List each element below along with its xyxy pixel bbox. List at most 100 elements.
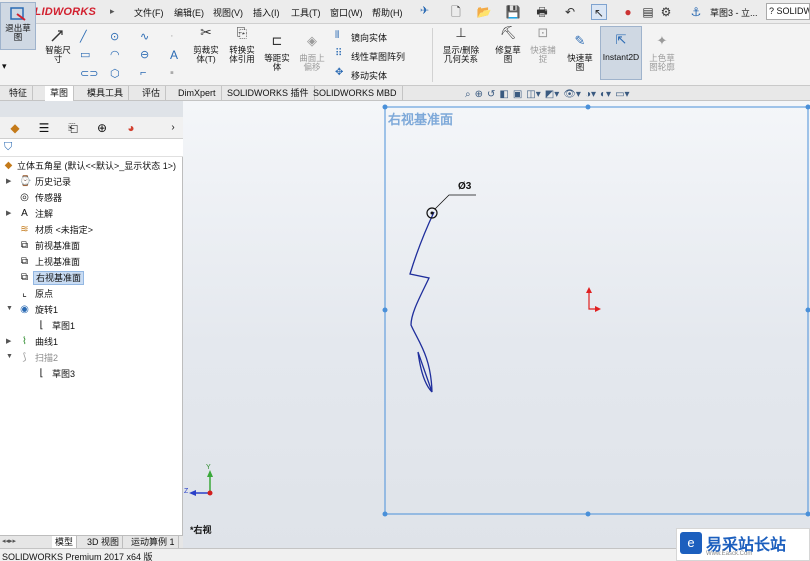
expand-history-icon[interactable]: ▶ (6, 177, 11, 185)
polygon-icon[interactable]: ⬡ (110, 67, 120, 80)
move-entities-button[interactable]: 移动实体 (351, 69, 387, 82)
document-title: 草图3 - 立... (710, 8, 758, 18)
material-icon: ≋ (20, 224, 29, 235)
shaded-sketch-contours-button[interactable]: ✦ 上色草 图轮廓 (645, 34, 679, 72)
rectangle-icon[interactable]: ▭ (80, 48, 90, 61)
diameter-dimension[interactable]: Ø3 (458, 181, 471, 192)
property-manager-tab-icon[interactable]: ☰ (33, 120, 55, 136)
instant2d-label: Instant2D (602, 52, 640, 62)
feature-manager-tab-icon[interactable]: ◆ (4, 120, 26, 136)
collapse-sweep-icon[interactable]: ▼ (6, 353, 13, 360)
convert-entities-button[interactable]: ⎘ 转换实 体引用 (225, 26, 259, 64)
panel-expand-icon[interactable]: › (162, 120, 184, 136)
help-search-box[interactable]: ? SOLIDWO (766, 3, 810, 20)
offset-entities-button[interactable]: ⊏ 等距实 体 (260, 34, 294, 72)
menu-arrow-icon[interactable]: ▸ (110, 6, 115, 17)
sketch-anchor-icon[interactable]: ⚓ (688, 4, 704, 20)
offset-on-surface-button[interactable]: ◈ 曲面上 偏移 (295, 34, 329, 72)
text-icon[interactable]: A (170, 48, 178, 62)
select-icon[interactable]: ↖ (591, 4, 607, 20)
tree-root-part[interactable]: 立体五角星 (默认<<默认>_显示状态 1>) (17, 160, 176, 172)
menu-insert[interactable]: 插入(I) (253, 6, 280, 19)
expand-curve-icon[interactable]: ▶ (6, 337, 11, 345)
tab-solidworks-mbd[interactable]: SOLIDWORKS MBD (308, 86, 403, 101)
display-manager-tab-icon[interactable]: ◕ (120, 120, 142, 136)
undo-icon[interactable]: ↶ (562, 4, 578, 20)
tab-sketch[interactable]: 草图 (45, 86, 75, 101)
point-icon[interactable]: · (170, 30, 174, 42)
menu-edit[interactable]: 编辑(E) (174, 6, 204, 19)
tree-filter-row: ⛉ (0, 139, 183, 157)
ellipse-icon[interactable]: ⊖ (140, 48, 149, 61)
shaded-contours-label: 上色草 图轮廓 (649, 53, 675, 72)
options-gear-icon[interactable]: ⚙ (658, 4, 674, 20)
dimension-leader (434, 194, 476, 210)
rapid-sketch-icon: ✎ (574, 33, 586, 48)
tab-features[interactable]: 特征 (4, 86, 34, 101)
menu-view[interactable]: 视图(V) (213, 6, 243, 19)
filter-icon[interactable]: ⛉ (4, 141, 12, 154)
configuration-manager-tab-icon[interactable]: ⎗ (62, 120, 84, 136)
tree-item-top-plane[interactable]: 上视基准面 (35, 256, 80, 268)
right-plane-icon: ⧉ (20, 272, 29, 283)
print-icon[interactable]: 🖶 (534, 4, 550, 20)
plane-sketch-icon[interactable]: ▪ (170, 67, 174, 79)
tab-scroll-arrows-icon[interactable]: ◂◂▸▸ (2, 537, 16, 545)
menu-window[interactable]: 窗口(W) (330, 6, 363, 19)
tree-item-annotations[interactable]: 注解 (35, 208, 53, 220)
save-icon[interactable]: 💾 (505, 4, 521, 20)
tab-dimxpert[interactable]: DimXpert (173, 86, 222, 101)
menu-tools[interactable]: 工具(T) (291, 6, 321, 19)
collapse-revolve-icon[interactable]: ▼ (6, 305, 13, 312)
tree-item-material[interactable]: 材质 <未指定> (35, 224, 93, 236)
tab-evaluate[interactable]: 评估 (137, 86, 167, 101)
display-delete-relations-button[interactable]: ⊥ 显示/删除 几何关系 (438, 26, 484, 64)
spline-icon[interactable]: ∿ (140, 30, 149, 43)
tab-solidworks-addins[interactable]: SOLIDWORKS 插件 (222, 86, 315, 101)
menu-help[interactable]: 帮助(H) (372, 6, 403, 19)
tree-item-sketch3[interactable]: 草图3 (52, 368, 75, 380)
tree-item-front-plane[interactable]: 前视基准面 (35, 240, 80, 252)
repair-sketch-button[interactable]: ⛏ 修复草 图 (490, 26, 526, 64)
tree-item-sweep2[interactable]: 扫描2 (35, 352, 58, 364)
tab-mold-tools[interactable]: 模具工具 (82, 86, 130, 101)
linear-pattern-button[interactable]: 线性草图阵列 (351, 50, 405, 63)
smart-dimension-icon (51, 30, 63, 42)
tree-item-sketch1[interactable]: 草图1 (52, 320, 75, 332)
file-properties-icon[interactable]: ▤ (640, 4, 656, 20)
linear-pattern-icon[interactable]: ⠿ (335, 48, 342, 59)
expand-annotations-icon[interactable]: ▶ (6, 209, 11, 217)
rebuild-icon[interactable]: ● (620, 4, 636, 20)
dimxpert-manager-tab-icon[interactable]: ⊕ (91, 120, 113, 136)
tree-item-revolve1[interactable]: 旋转1 (35, 304, 58, 316)
rapid-sketch-button[interactable]: ✎ 快速草 图 (563, 33, 597, 72)
slot-icon[interactable]: ⊂⊃ (80, 67, 98, 80)
mirror-entities-button[interactable]: 镜向实体 (351, 31, 387, 44)
tree-item-origin[interactable]: 原点 (35, 288, 53, 300)
smart-dimension-button[interactable]: 智能尺 寸 (40, 28, 76, 64)
sketch-profile-curve[interactable] (409, 211, 435, 393)
trim-label: 剪裁实 体(T) (193, 45, 219, 64)
open-icon[interactable]: 📂 (476, 4, 492, 20)
pin-icon[interactable]: ✈ (420, 4, 429, 17)
new-document-icon[interactable]: 🗋 (448, 4, 464, 20)
arc-icon[interactable]: ◠ (110, 48, 120, 61)
tree-item-sensors[interactable]: 传感器 (35, 192, 62, 204)
menu-file[interactable]: 文件(F) (134, 6, 164, 19)
circle-icon[interactable]: ⊙ (110, 30, 119, 43)
tree-item-history[interactable]: 历史记录 (35, 176, 71, 188)
convert-label: 转换实 体引用 (229, 45, 255, 64)
move-entities-icon[interactable]: ✥ (335, 67, 343, 78)
tree-item-curve1[interactable]: 曲线1 (35, 336, 58, 348)
fillet-icon[interactable]: ⌐ (140, 67, 146, 79)
trim-entities-button[interactable]: ✂ 剪裁实 体(T) (189, 25, 223, 64)
exit-sketch-button[interactable]: 退出草 图 (0, 2, 36, 50)
instant2d-button[interactable]: ⇱ Instant2D (600, 26, 642, 80)
tree-item-right-plane[interactable]: 右视基准面 (33, 271, 85, 285)
quick-snaps-button[interactable]: ⊡ 快速捕 捉 (526, 26, 560, 64)
line-icon[interactable]: ╱ (80, 30, 87, 43)
mirror-icon[interactable]: ⫴ (335, 30, 339, 41)
watermark-subtitle: Www.Easck.Com (706, 551, 753, 557)
annotation-icon: A (21, 208, 28, 219)
sketch-dropdown-icon[interactable]: ▾ (2, 61, 7, 72)
